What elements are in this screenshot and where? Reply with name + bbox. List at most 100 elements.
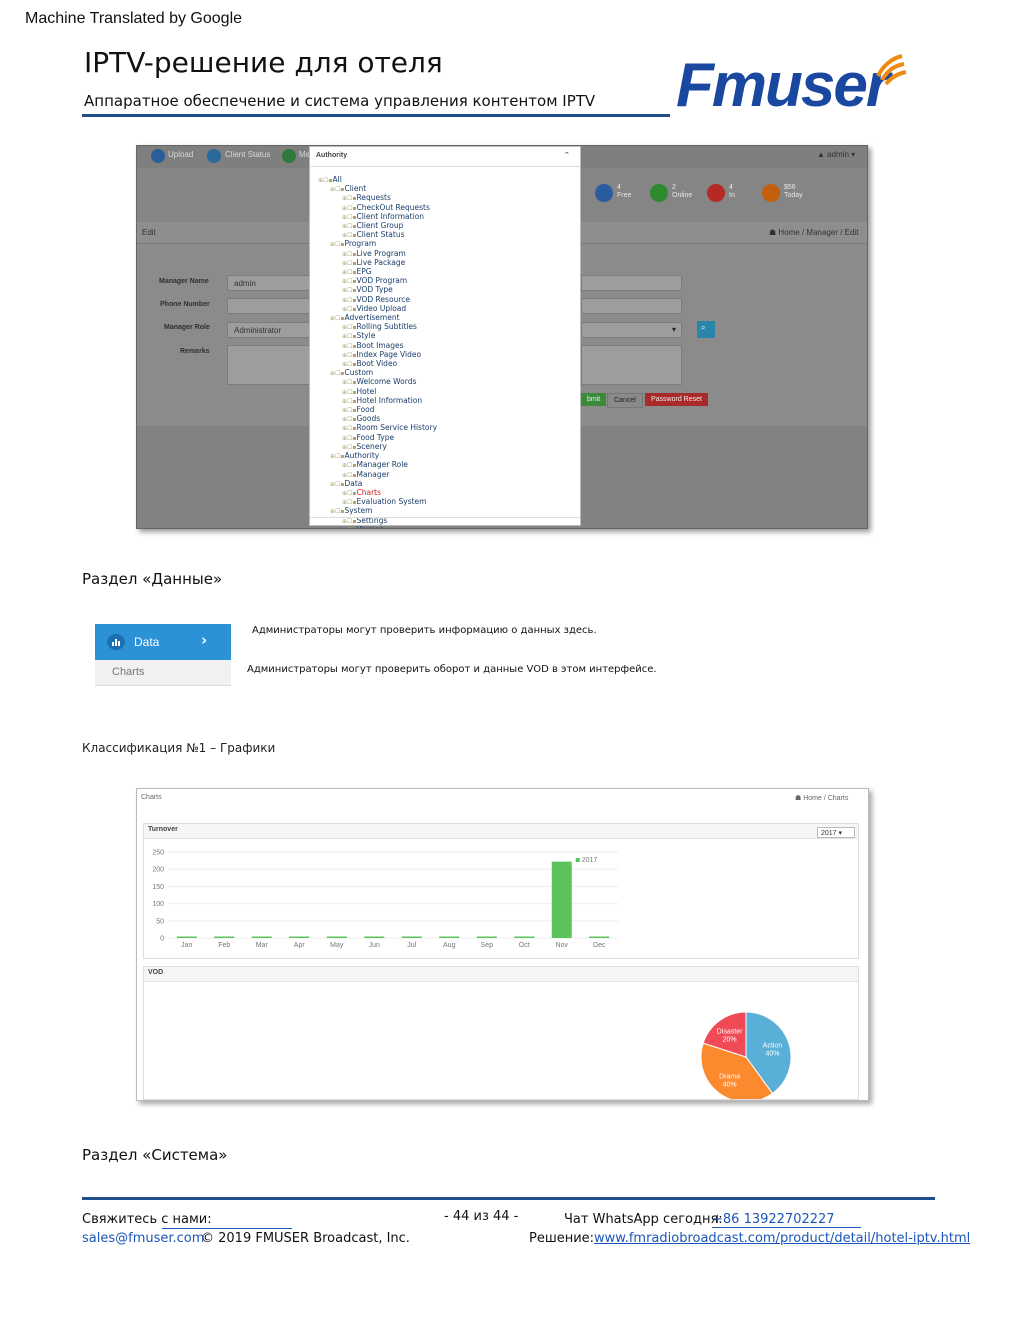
solution-url-link[interactable]: www.fmradiobroadcast.com/product/detail/…	[594, 1231, 970, 1246]
tree-node[interactable]: ⊕☐▪Live Package	[318, 258, 437, 268]
password-reset-button[interactable]: Password Reset	[645, 393, 708, 406]
authority-tree: ⊕☐▪All ⊕☐▪Client ⊕☐▪Requests ⊕☐▪CheckOut Re…	[318, 175, 437, 528]
menu-item-data[interactable]: Data ›	[95, 624, 231, 660]
folder-checkbox-icon[interactable]: ⊕☐▪	[342, 278, 356, 285]
tree-node[interactable]: ⊕☐▪Hotel Information	[318, 395, 437, 406]
manager-role-select[interactable]: Administrator	[227, 322, 311, 338]
footer-email-link[interactable]: sales@fmuser.com	[82, 1231, 204, 1246]
folder-checkbox-icon[interactable]: ⊕☐▪	[342, 333, 356, 340]
folder-checkbox-icon[interactable]: ⊕☐▪	[342, 527, 356, 528]
folder-checkbox-icon[interactable]: ⊕☐▪	[342, 444, 356, 451]
folder-checkbox-icon[interactable]: ⊕☐▪	[342, 379, 356, 386]
collapse-icon[interactable]: ⌃	[564, 151, 570, 159]
tree-node-label: Manager	[356, 469, 390, 479]
folder-checkbox-icon[interactable]: ⊕☐▪	[318, 177, 332, 184]
tree-node[interactable]: ⊕☐▪Manager	[318, 469, 437, 480]
charts-screenshot: Charts ☗ Home / Charts Turnover 2017 ▾ 0…	[136, 788, 869, 1101]
tree-node[interactable]: ⊕☐▪Boot Video	[318, 359, 437, 369]
nav-upload[interactable]: Upload	[168, 150, 193, 159]
x-tick-label: Nov	[556, 942, 569, 949]
tree-node[interactable]: ⊕☐▪All	[318, 175, 437, 185]
folder-checkbox-icon[interactable]: ⊕☐▪	[342, 518, 356, 525]
folder-checkbox-icon[interactable]: ⊕☐▪	[342, 499, 356, 506]
folder-checkbox-icon[interactable]: ⊕☐▪	[342, 195, 356, 202]
legend-swatch	[575, 858, 580, 862]
folder-checkbox-icon[interactable]: ⊕☐▪	[342, 343, 356, 350]
data-section-title: Раздел «Данные»	[82, 570, 223, 588]
folder-checkbox-icon[interactable]: ⊕☐▪	[342, 425, 356, 432]
classification-heading: Классификация №1 – Графики	[82, 741, 276, 755]
folder-checkbox-icon[interactable]: ⊕☐▪	[342, 205, 356, 212]
tree-node[interactable]: ⊕☐▪Version	[318, 525, 437, 528]
folder-checkbox-icon[interactable]: ⊕☐▪	[342, 472, 356, 479]
tree-node-label: Food Type	[356, 432, 395, 442]
folder-checkbox-icon[interactable]: ⊕☐▪	[330, 481, 344, 488]
tree-node[interactable]: ⊕☐▪Rolling Subtitles	[318, 323, 437, 332]
folder-checkbox-icon[interactable]: ⊕☐▪	[330, 370, 344, 377]
bar	[476, 936, 497, 938]
folder-checkbox-icon[interactable]: ⊕☐▪	[342, 223, 356, 230]
tree-node-label: Version	[356, 525, 384, 528]
x-tick-label: Dec	[593, 942, 606, 949]
today-stat-icon	[762, 184, 780, 202]
folder-checkbox-icon[interactable]: ⊕☐▪	[330, 241, 344, 248]
bar	[289, 936, 310, 938]
client-status-icon	[207, 149, 221, 163]
folder-checkbox-icon[interactable]: ⊕☐▪	[342, 416, 356, 423]
year-select[interactable]: 2017 ▾	[817, 827, 855, 838]
turnover-panel: Turnover 2017 ▾ 0 50 100 150 200 250 Jan Feb Mar…	[143, 823, 859, 959]
edit-heading: Edit	[142, 228, 156, 237]
folder-checkbox-icon[interactable]: ⊕☐▪	[342, 306, 356, 313]
folder-checkbox-icon[interactable]: ⊕☐▪	[342, 297, 356, 304]
submit-button[interactable]: bmit	[581, 393, 607, 406]
slice-label: Disaster	[717, 1028, 743, 1035]
tree-node-label: Hotel Information	[356, 395, 423, 405]
folder-checkbox-icon[interactable]: ⊕☐▪	[342, 269, 356, 276]
bar	[326, 936, 347, 938]
slice-percent: 40%	[766, 1050, 780, 1057]
tree-node[interactable]: ⊕☐▪Welcome Words	[318, 378, 437, 387]
folder-checkbox-icon[interactable]: ⊕☐▪	[330, 186, 344, 193]
search-button[interactable]: ⌕	[697, 321, 715, 338]
folder-checkbox-icon[interactable]: ⊕☐▪	[342, 251, 356, 258]
in-stat-icon	[707, 184, 725, 202]
footer-rule	[82, 1197, 935, 1200]
tree-node-label: VOD Type	[356, 285, 393, 295]
y-tick-label: 100	[152, 901, 164, 908]
folder-checkbox-icon[interactable]: ⊕☐▪	[342, 462, 356, 469]
y-tick-label: 150	[152, 884, 164, 891]
menu-item-charts[interactable]: Charts	[95, 660, 231, 686]
x-tick-label: Sep	[481, 942, 494, 949]
remarks-textarea[interactable]	[227, 345, 311, 385]
folder-checkbox-icon[interactable]: ⊕☐▪	[342, 232, 356, 239]
folder-checkbox-icon[interactable]: ⊕☐▪	[342, 260, 356, 267]
folder-checkbox-icon[interactable]: ⊕☐▪	[342, 435, 356, 442]
folder-checkbox-icon[interactable]: ⊕☐▪	[342, 324, 356, 331]
tree-node[interactable]: ⊕☐▪Evaluation System	[318, 498, 437, 507]
tree-node-label: Client Status	[356, 230, 405, 240]
folder-checkbox-icon[interactable]: ⊕☐▪	[342, 352, 356, 359]
admin-menu[interactable]: ▲ admin ▾	[817, 150, 855, 159]
folder-checkbox-icon[interactable]: ⊕☐▪	[342, 398, 356, 405]
folder-checkbox-icon[interactable]: ⊕☐▪	[342, 287, 356, 294]
y-tick-label: 50	[156, 918, 164, 925]
tree-node-label: VOD Resource	[356, 294, 410, 304]
folder-checkbox-icon[interactable]: ⊕☐▪	[330, 453, 344, 460]
phone-number-field[interactable]	[227, 298, 311, 314]
tree-node-label: Evaluation System	[356, 497, 427, 507]
folder-checkbox-icon[interactable]: ⊕☐▪	[342, 407, 356, 414]
tree-node[interactable]: ⊕☐▪Client Status	[318, 231, 437, 240]
manager-name-field[interactable]: admin	[227, 275, 311, 291]
folder-checkbox-icon[interactable]: ⊕☐▪	[342, 490, 356, 497]
folder-checkbox-icon[interactable]: ⊕☐▪	[342, 361, 356, 368]
nav-client-status[interactable]: Client Status	[225, 150, 270, 159]
folder-checkbox-icon[interactable]: ⊕☐▪	[342, 389, 356, 396]
folder-checkbox-icon[interactable]: ⊕☐▪	[330, 315, 344, 322]
folder-checkbox-icon[interactable]: ⊕☐▪	[342, 214, 356, 221]
machine-translated-label: Machine Translated by Google	[25, 10, 243, 27]
online-stat: 2 Online	[672, 184, 693, 199]
cancel-button[interactable]: Cancel	[607, 393, 643, 408]
slice-label: Action	[763, 1042, 783, 1049]
folder-checkbox-icon[interactable]: ⊕☐▪	[330, 508, 344, 515]
whatsapp-phone-link[interactable]: +86 13922702227	[712, 1212, 861, 1228]
